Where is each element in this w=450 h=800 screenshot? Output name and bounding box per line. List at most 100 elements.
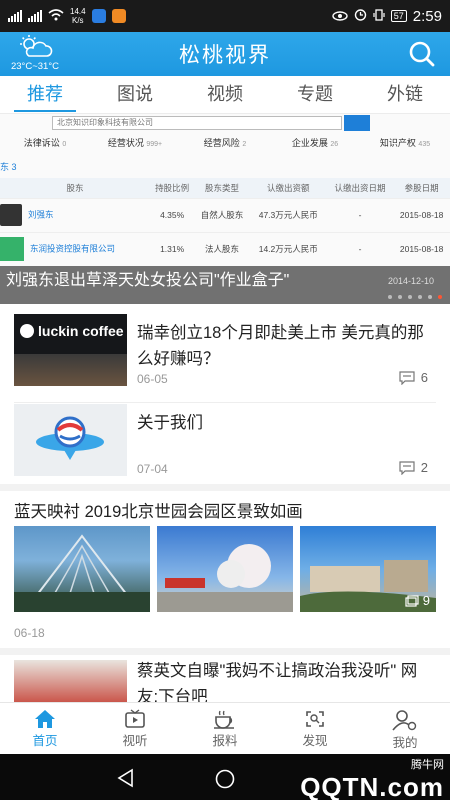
table-cell: 4.35% xyxy=(149,197,195,232)
table-header: 股东 xyxy=(0,178,150,198)
banner-carousel[interactable]: 北京知识印象科技有限公司 法律诉讼 0 经营状况 999+ 经营风险 2 企业发… xyxy=(0,114,450,304)
nav-label: 报料 xyxy=(212,734,238,748)
discover-icon xyxy=(306,711,324,727)
weather-widget[interactable]: 23°C~31°C xyxy=(4,34,66,72)
news-thumbnail: luckin coffee xyxy=(14,314,127,386)
banner-image-tabs: 法律诉讼 0 经营状况 999+ 经营风险 2 企业发展 26 知识产权 435 xyxy=(0,136,450,154)
comment-count: 6 xyxy=(399,370,428,385)
gallery-image xyxy=(14,526,150,612)
banner-caption-text: 刘强东退出草泽天处女投公司"作业盒子" xyxy=(6,272,290,289)
wifi-icon xyxy=(48,8,64,24)
nav-home[interactable]: 首页 xyxy=(0,703,90,754)
app-notification-icon-2 xyxy=(111,9,126,23)
comment-icon xyxy=(399,370,415,385)
tab-recommend[interactable]: 推荐 xyxy=(0,76,90,113)
home-icon xyxy=(35,710,55,728)
tab-external-links[interactable]: 外链 xyxy=(360,76,450,113)
table-header: 股东类型 xyxy=(194,178,250,198)
clock: 2:59 xyxy=(412,7,442,25)
search-icon xyxy=(409,41,435,67)
banner-image-tab: 法律诉讼 0 xyxy=(23,138,67,148)
news-item[interactable]: 蔡英文自曝"我妈不让搞政治我没听" 网友:下台吧 xyxy=(14,660,436,704)
banner-image-search-icon xyxy=(344,115,370,131)
news-item[interactable]: luckin coffee 瑞幸创立18个月即赴美上市 美元真的那么好赚吗？ 0… xyxy=(14,314,436,394)
carousel-dot xyxy=(428,295,432,299)
nav-report[interactable]: 报料 xyxy=(180,703,270,754)
carousel-dot xyxy=(418,295,422,299)
banner-image-tab: 经营状况 999+ xyxy=(107,138,163,148)
search-button[interactable] xyxy=(408,40,436,68)
tab-video[interactable]: 视频 xyxy=(180,76,270,113)
weather-cloud-sun-icon xyxy=(20,35,53,57)
table-cell: 1.31% xyxy=(149,231,195,266)
eye-icon xyxy=(332,8,348,25)
nav-media[interactable]: 视听 xyxy=(90,703,180,754)
network-speed: 14.4 K/s xyxy=(70,7,86,25)
carousel-dot xyxy=(388,295,392,299)
watermark-line1: 腾牛网 xyxy=(411,759,444,771)
section-divider xyxy=(0,648,450,655)
status-bar: 14.4 K/s 57 2:59 xyxy=(0,0,450,32)
weather-temperature: 23°C~31°C xyxy=(10,61,59,72)
news-thumbnail xyxy=(14,404,127,476)
news-date: 06-18 xyxy=(14,626,45,640)
table-row: 刘强东 4.35% 自然人股东 47.3万元人民币 - 2015-08-18 xyxy=(0,197,450,232)
banner-image-tab: 知识产权 435 xyxy=(379,138,431,148)
back-button[interactable] xyxy=(116,768,136,788)
table-header: 持股比例 xyxy=(149,178,195,198)
category-tabs: 推荐 图说 视频 专题 外链 xyxy=(0,76,450,114)
carousel-dots xyxy=(388,295,442,299)
table-row: 东润投资控股有限公司 1.31% 法人股东 14.2万元人民币 - 2015-0… xyxy=(0,231,450,266)
gallery-image: 9 xyxy=(300,526,436,612)
comment-icon xyxy=(399,460,415,475)
system-navigation-bar: 腾牛网 QQTN.com xyxy=(0,754,450,800)
table-cell: 法人股东 xyxy=(194,231,250,266)
bottom-navigation: 首页 视听 报料 发现 我的 xyxy=(0,702,450,754)
news-title: 关于我们 xyxy=(137,414,203,432)
brand-logo-icon xyxy=(36,416,104,460)
news-item[interactable]: 关于我们 07-04 2 xyxy=(14,404,436,480)
tab-topics[interactable]: 专题 xyxy=(270,76,360,113)
alarm-icon xyxy=(354,8,367,25)
gallery-news-item[interactable]: 蓝天映衬 2019北京世园会园区景致如画 9 06-18 xyxy=(0,492,450,644)
home-button[interactable] xyxy=(214,768,236,790)
banner-image-shareholder-table: 股东 持股比例 股东类型 认缴出资额 认缴出资日期 参股日期 刘强东 4.35%… xyxy=(0,178,450,266)
nav-profile[interactable]: 我的 xyxy=(360,703,450,754)
tv-icon xyxy=(125,709,145,728)
signal-icon-2 xyxy=(28,10,42,22)
user-settings-icon xyxy=(392,710,417,731)
news-thumbnail xyxy=(14,660,127,704)
luckin-logo-icon xyxy=(20,324,34,338)
carousel-dot-active xyxy=(438,295,442,299)
app-notification-icon xyxy=(91,9,106,23)
app-header: 23°C~31°C 松桃视界 xyxy=(0,32,450,76)
battery-indicator: 57 xyxy=(390,10,407,22)
table-cell: - xyxy=(326,231,394,266)
avatar xyxy=(0,204,22,226)
table-cell: 东润投资控股有限公司 xyxy=(0,231,150,266)
banner-image-search-text: 北京知识印象科技有限公司 xyxy=(52,116,342,130)
active-tab-indicator xyxy=(14,110,76,112)
tab-pictures[interactable]: 图说 xyxy=(90,76,180,113)
comment-count: 2 xyxy=(399,460,428,475)
banner-caption: 刘强东退出草泽天处女投公司"作业盒子" 2014-12-10 xyxy=(0,266,450,304)
table-cell: 自然人股东 xyxy=(194,197,250,232)
divider-line xyxy=(14,402,436,403)
section-divider xyxy=(0,484,450,491)
nav-discover[interactable]: 发现 xyxy=(270,703,360,754)
table-header: 认缴出资日期 xyxy=(326,178,394,198)
carousel-dot xyxy=(408,295,412,299)
banner-image-tab: 经营风险 2 xyxy=(203,138,247,148)
banner-image-section-label: 东 3 xyxy=(0,162,17,172)
carousel-dot xyxy=(398,295,402,299)
photo-count: 9 xyxy=(405,593,430,608)
store-photo xyxy=(14,354,127,386)
table-cell: 刘强东 xyxy=(0,197,150,232)
watermark-line2: QQTN.com xyxy=(300,772,444,800)
table-cell: 14.2万元人民币 xyxy=(249,231,327,266)
company-logo xyxy=(0,237,24,262)
table-cell: 2015-08-18 xyxy=(393,231,450,266)
gallery-image xyxy=(157,526,293,612)
cup-icon xyxy=(214,710,234,729)
table-header: 认缴出资额 xyxy=(249,178,327,198)
